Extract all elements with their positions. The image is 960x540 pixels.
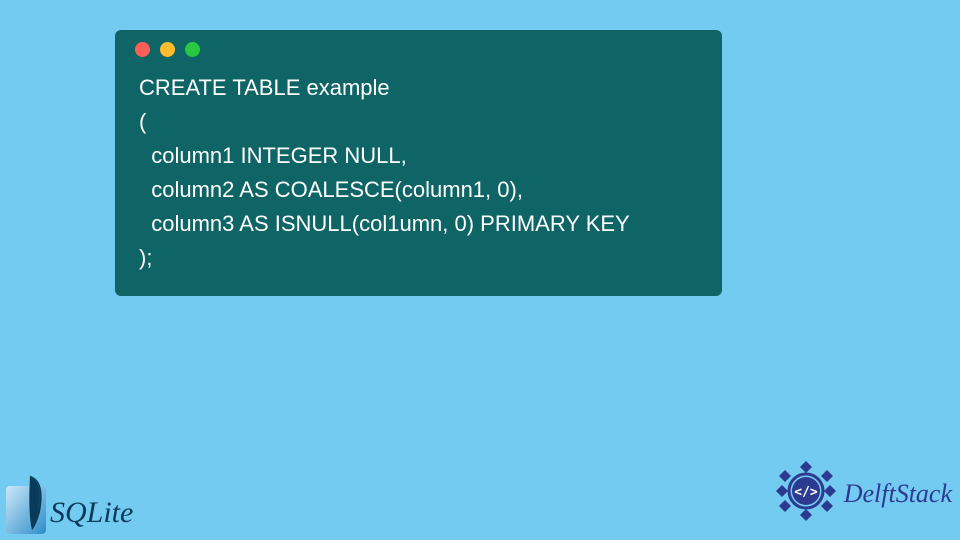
delftstack-logo: </> DelftStack: [772, 457, 952, 530]
svg-text:</>: </>: [794, 485, 818, 500]
window-controls: [135, 42, 706, 57]
code-badge-icon: </>: [772, 457, 840, 530]
close-icon: [135, 42, 150, 57]
maximize-icon: [185, 42, 200, 57]
sqlite-logo: SQLite: [6, 472, 133, 534]
feather-icon: [6, 472, 52, 534]
delftstack-logo-text: DelftStack: [844, 479, 952, 509]
sqlite-logo-text: SQLite: [50, 496, 133, 530]
code-window: CREATE TABLE example ( column1 INTEGER N…: [115, 30, 722, 296]
code-block: CREATE TABLE example ( column1 INTEGER N…: [131, 71, 706, 276]
minimize-icon: [160, 42, 175, 57]
